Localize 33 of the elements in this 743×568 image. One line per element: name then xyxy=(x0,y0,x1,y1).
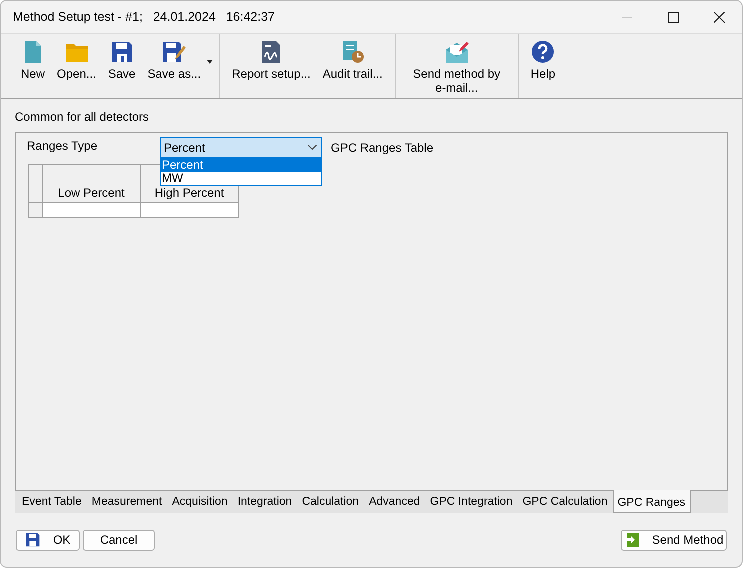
tab[interactable]: Integration xyxy=(232,491,298,513)
toolbar-button[interactable]: Help xyxy=(524,38,562,83)
section-label: Common for all detectors xyxy=(15,110,150,124)
window-title: Method Setup test - #1; 24.01.2024 16:42:37 xyxy=(13,10,276,24)
tab[interactable]: GPC Calculation xyxy=(518,491,613,513)
toolbar-button[interactable]: Send method by e-mail... xyxy=(402,38,512,97)
send-method-button[interactable]: Send Method xyxy=(621,530,727,550)
cancel-button[interactable]: Cancel xyxy=(83,530,155,550)
arrow-in-icon xyxy=(624,532,640,548)
tab[interactable]: Advanced xyxy=(364,491,426,513)
ranges-type-dropdown[interactable]: Percent xyxy=(160,137,322,158)
dropdown-option[interactable]: Percent xyxy=(161,159,321,172)
caret-icon[interactable] xyxy=(207,60,214,64)
tab[interactable]: GPC Integration xyxy=(425,491,518,513)
tab[interactable]: Acquisition xyxy=(167,491,233,513)
document-clock-icon xyxy=(340,40,365,64)
toolbar-button[interactable]: Open... xyxy=(51,38,102,83)
floppy-pencil-icon xyxy=(162,40,186,64)
tab[interactable]: Event Table xyxy=(17,491,87,513)
help-icon xyxy=(531,40,556,64)
envelope-pencil-icon xyxy=(444,40,469,64)
toolbar-button[interactable]: Report setup... xyxy=(226,38,317,83)
tab[interactable]: Calculation xyxy=(297,491,364,513)
toolbar-button[interactable]: New xyxy=(15,38,52,83)
toolbar-button[interactable]: Save xyxy=(102,38,142,83)
toolbar-button[interactable]: Audit trail... xyxy=(316,38,389,83)
ok-button[interactable]: OK xyxy=(16,530,80,550)
table-label: GPC Ranges Table xyxy=(331,140,434,155)
chevron-icon xyxy=(308,145,317,150)
tab[interactable]: Measurement xyxy=(86,491,168,513)
ranges-type-label: Ranges Type xyxy=(27,138,98,153)
tab[interactable]: GPC Ranges xyxy=(612,490,690,513)
toolbar-button[interactable]: Save as... xyxy=(142,38,208,83)
